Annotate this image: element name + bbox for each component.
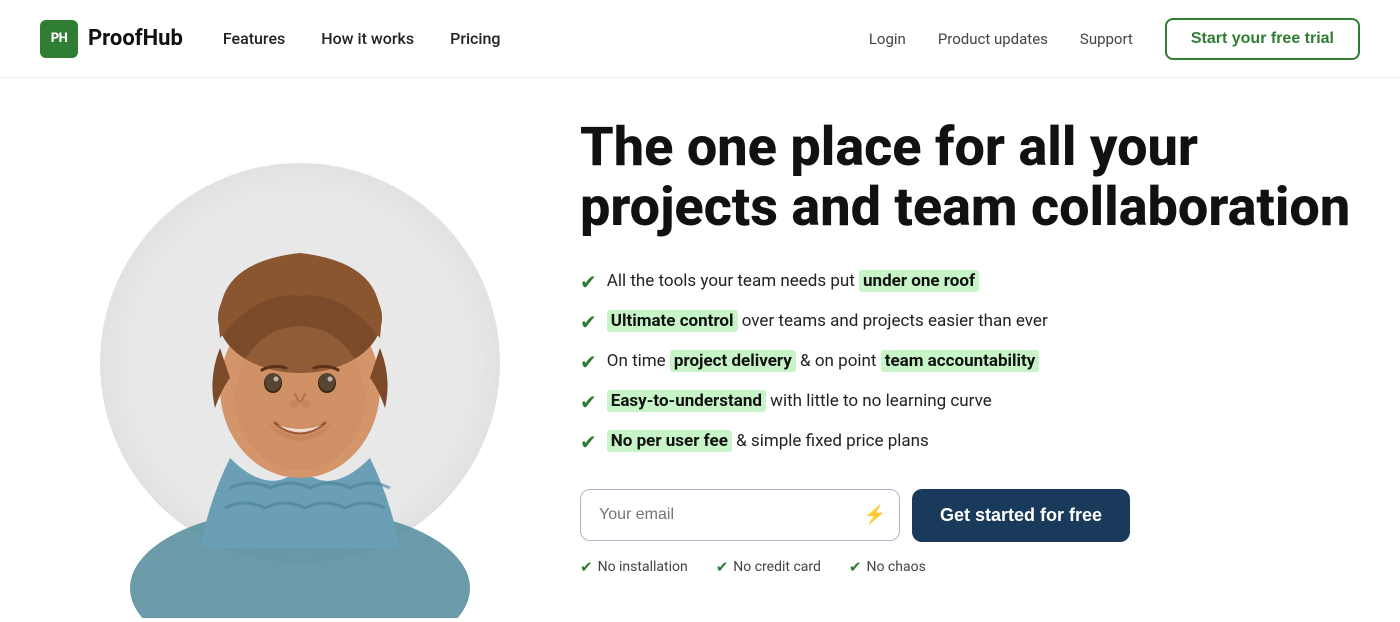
logo-icon: PH	[40, 20, 78, 58]
feature-item-1: ✔ All the tools your team needs put unde…	[580, 267, 1360, 297]
feature-item-2: ✔ Ultimate control over teams and projec…	[580, 307, 1360, 337]
feature-text-2: Ultimate control over teams and projects…	[607, 309, 1048, 335]
footer-check-icon-2: ✔	[716, 558, 729, 576]
footer-note-3: ✔ No chaos	[849, 558, 926, 576]
nav-features[interactable]: Features	[223, 29, 285, 48]
highlight-1: under one roof	[859, 270, 979, 292]
hero-person-illustration	[90, 118, 510, 618]
email-input[interactable]	[580, 489, 900, 541]
feature-text-3: On time project delivery & on point team…	[607, 349, 1040, 375]
nav-right: Login Product updates Support Start your…	[869, 18, 1360, 60]
nav-support[interactable]: Support	[1080, 30, 1133, 48]
nav-links: Features How it works Pricing	[223, 29, 501, 48]
hero-image-area	[40, 108, 560, 618]
footer-note-1: ✔ No installation	[580, 558, 688, 576]
feature-list: ✔ All the tools your team needs put unde…	[580, 267, 1360, 457]
feature-text-1: All the tools your team needs put under …	[607, 269, 979, 295]
logo-area[interactable]: PH ProofHub	[40, 20, 183, 58]
footer-note: ✔ No installation ✔ No credit card ✔ No …	[580, 558, 1360, 576]
check-icon-2: ✔	[580, 307, 597, 337]
highlight-5: No per user fee	[607, 430, 732, 452]
cta-row: ⚡ Get started for free	[580, 489, 1360, 542]
nav-pricing[interactable]: Pricing	[450, 29, 500, 48]
get-started-button[interactable]: Get started for free	[912, 489, 1130, 542]
nav-login[interactable]: Login	[869, 30, 906, 48]
hero-heading: The one place for all your projects and …	[580, 118, 1360, 239]
check-icon-3: ✔	[580, 347, 597, 377]
footer-check-icon-1: ✔	[580, 558, 593, 576]
email-input-wrapper: ⚡	[580, 489, 900, 541]
navbar: PH ProofHub Features How it works Pricin…	[0, 0, 1400, 78]
footer-note-text-3: No chaos	[866, 559, 925, 575]
start-trial-button[interactable]: Start your free trial	[1165, 18, 1360, 60]
highlight-3a: project delivery	[670, 350, 796, 372]
main-content: The one place for all your projects and …	[0, 78, 1400, 622]
logo-text: ProofHub	[88, 26, 183, 51]
highlight-2: Ultimate control	[607, 310, 738, 332]
highlight-3b: team accountability	[881, 350, 1040, 372]
check-icon-4: ✔	[580, 387, 597, 417]
feature-item-5: ✔ No per user fee & simple fixed price p…	[580, 427, 1360, 457]
footer-check-icon-3: ✔	[849, 558, 862, 576]
check-icon-5: ✔	[580, 427, 597, 457]
logo-initials: PH	[51, 31, 68, 46]
feature-text-5: No per user fee & simple fixed price pla…	[607, 429, 929, 455]
email-icon: ⚡	[864, 505, 886, 526]
nav-how-it-works[interactable]: How it works	[321, 29, 414, 48]
check-icon-1: ✔	[580, 267, 597, 297]
footer-note-2: ✔ No credit card	[716, 558, 821, 576]
feature-item-3: ✔ On time project delivery & on point te…	[580, 347, 1360, 377]
feature-item-4: ✔ Easy-to-understand with little to no l…	[580, 387, 1360, 417]
footer-note-text-1: No installation	[598, 559, 688, 575]
feature-text-4: Easy-to-understand with little to no lea…	[607, 389, 992, 415]
hero-text: The one place for all your projects and …	[560, 108, 1360, 576]
footer-note-text-2: No credit card	[733, 559, 821, 575]
nav-product-updates[interactable]: Product updates	[938, 30, 1048, 48]
highlight-4: Easy-to-understand	[607, 390, 766, 412]
